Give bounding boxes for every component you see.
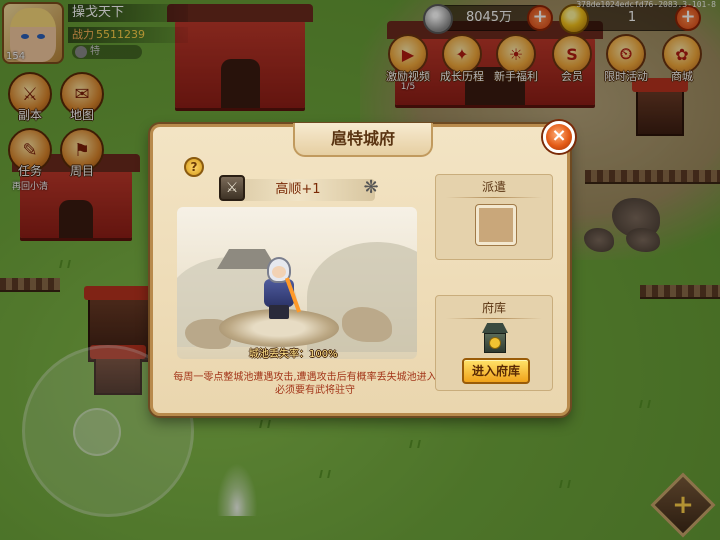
dispatch-title: 派遣 <box>481 180 506 194</box>
swap-general-icon[interactable]: ❋ <box>359 175 383 201</box>
close-button[interactable]: × <box>543 121 575 153</box>
city-loss-rate: 城池丢失率：100% <box>249 349 338 360</box>
treasury-title: 府库 <box>481 301 506 315</box>
dialog-title: 扈特城府 <box>293 123 433 157</box>
help-icon[interactable]: ? <box>184 157 204 177</box>
sword-icon: ⚔ <box>219 175 245 201</box>
rule-description: 每周一零点整城池遭遇攻击,遭遇攻击后有概率丢失城池进入府库必须要有武将驻守 <box>173 372 457 396</box>
dispatch-panel: 派遣 <box>435 174 553 260</box>
city-mansion-dialog: 扈特城府 ? × 高顺+1 ⚔ ❋ 城池丢失率：100% 每周一零点整城池遭遇攻… <box>150 121 575 416</box>
dispatch-slot[interactable] <box>476 205 516 245</box>
garrison-scene-illustration <box>177 207 417 359</box>
general-character <box>261 257 302 321</box>
treasury-panel: 府库 进入府库 <box>435 295 553 391</box>
enter-treasury-button[interactable]: 进入府库 <box>462 358 530 384</box>
treasury-icon <box>480 323 510 353</box>
